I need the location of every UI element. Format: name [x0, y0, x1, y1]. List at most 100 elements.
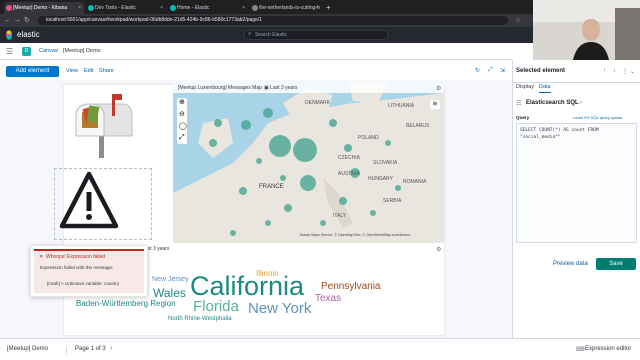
country-label: DENMARK [305, 100, 331, 106]
close-tab-icon[interactable]: × [160, 2, 163, 14]
global-search-input[interactable]: Search Elastic [244, 30, 388, 40]
chevron-right-icon[interactable]: › [110, 345, 112, 352]
refresh-icon[interactable]: ↻ [475, 67, 480, 74]
country-label: LITHUANIA [388, 103, 415, 109]
tag-cloud-word: Pennsylvania [321, 281, 381, 292]
elastic-favicon-icon [170, 5, 176, 11]
more-options-icon[interactable]: ⋮ [622, 68, 628, 75]
search-icon: ⌕ [248, 31, 252, 37]
page-favicon-icon [252, 5, 258, 11]
breadcrumb-separator: / [57, 48, 59, 54]
breadcrumb-canvas[interactable]: Canvas [39, 43, 58, 60]
move-down-icon[interactable]: ↓ [613, 68, 616, 74]
new-tab-button[interactable]: + [324, 2, 334, 14]
tab-data[interactable]: Data [539, 84, 551, 93]
map-attribution: Elastic Maps Service, © OpenMapTiles, © … [300, 233, 411, 237]
back-icon[interactable]: ← [4, 15, 11, 26]
move-up-icon[interactable]: ↑ [603, 68, 606, 74]
browser-tab-article[interactable]: the-netherlands-is-cutting-h × [250, 2, 322, 14]
divider [513, 82, 640, 83]
country-label: AUSTRIA [338, 171, 360, 177]
error-title: Whoops! Expression failed [46, 254, 106, 260]
tab-label: Dev Tools - Elastic [95, 5, 137, 11]
country-label: SLOVAKIA [373, 160, 398, 166]
tag-cloud-word: California [190, 271, 305, 301]
expand-icon[interactable]: ⇲ [500, 67, 505, 74]
edit-menu-button[interactable]: Edit [84, 66, 93, 77]
country-label: ITALY [333, 213, 347, 219]
tab-display[interactable]: Display [516, 84, 534, 90]
tag-cloud-word: New York [248, 300, 312, 317]
elastic-favicon-icon [88, 5, 94, 11]
tab-label: Home - Elastic [177, 5, 210, 11]
sidebar-panel: Selected element ↑ ↓ ⋮ ⌄ Display Data ☷ … [512, 60, 640, 338]
save-label: Save [609, 261, 623, 267]
query-text: SELECT COUNT(*) AS count FROM "social_me… [520, 128, 599, 140]
reload-icon[interactable]: ↻ [24, 15, 30, 26]
menu-icon[interactable]: ☰ [6, 43, 13, 60]
page-indicator[interactable]: Page 1 of 3 [75, 346, 106, 352]
share-menu-button[interactable]: Share [99, 66, 114, 77]
url-field[interactable]: localhost:5601/app/canvas#/workpad/workp… [38, 16, 508, 25]
tag-cloud-word: Texas [315, 293, 342, 304]
tag-cloud-word: North Rhine-Westphalia [168, 316, 232, 322]
mailbox-image[interactable] [68, 92, 138, 162]
query-label: Query [516, 115, 530, 120]
country-label: POLAND [358, 135, 379, 141]
save-button[interactable]: Save [596, 258, 636, 270]
country-label: FRANCE [259, 184, 284, 190]
error-icon: ✕ [39, 254, 44, 260]
chevron-down-icon[interactable]: ⌄ [630, 68, 635, 75]
error-subtitle: Expression failed with the message: [40, 265, 114, 270]
warning-icon [59, 171, 119, 229]
browser-tab-devtools[interactable]: Dev Tools - Elastic × [86, 2, 166, 14]
close-tab-icon[interactable]: × [316, 2, 319, 14]
tag-cloud-word: Illinois [256, 269, 279, 278]
tag-cloud-word: Baden-Württemberg Region [76, 299, 176, 308]
tab-label: [Meetup] Demo - Kibana [13, 5, 68, 11]
webcam-overlay [533, 0, 640, 60]
breadcrumb: ☰ D Canvas / [Meetup] Demo [0, 43, 512, 60]
tag-cloud-word: Florida [193, 298, 239, 315]
datasource-name: Elasticsearch SQL [526, 100, 579, 106]
panel-settings-icon[interactable]: ⚙ [436, 246, 441, 253]
sql-syntax-link[interactable]: Learn ES SQL query syntax [573, 115, 622, 120]
close-tab-icon[interactable]: × [78, 2, 81, 14]
forward-icon[interactable]: → [14, 15, 21, 26]
country-label: SERBIA [383, 198, 402, 204]
kibana-favicon-icon [6, 5, 12, 11]
country-label: ROMANIA [403, 179, 427, 185]
error-message: [math] > Unknown variable: country [47, 281, 120, 286]
expression-editor-button[interactable]: Expression editor [585, 346, 631, 352]
add-element-button[interactable]: Add element [6, 66, 59, 77]
browser-tab-home[interactable]: Home - Elastic × [168, 2, 248, 14]
map-country-labels: DENMARK LITHUANIA BELARUS POLAND CZECHIA… [173, 83, 444, 243]
tab-label: the-netherlands-is-cutting-h [259, 5, 320, 11]
view-menu-button[interactable]: View [66, 66, 78, 77]
browser-tab-kibana[interactable]: [Meetup] Demo - Kibana × [4, 2, 84, 14]
breadcrumb-workpad: [Meetup] Demo [63, 48, 101, 54]
expression-editor-icon: ⌨ [576, 347, 585, 353]
fullscreen-icon[interactable]: ⤢ [488, 67, 493, 74]
country-label: BELARUS [406, 123, 430, 129]
tag-cloud-word: Wales [153, 286, 186, 300]
map-settings-icon[interactable]: ⚙ [436, 85, 441, 92]
panel-title: Selected element [516, 68, 566, 74]
workpad-name: [Meetup] Demo [7, 346, 49, 352]
workpad-footer: [Meetup] Demo Page 1 of 3 › ⌨ Expression… [0, 338, 640, 360]
database-icon: ☷ [516, 101, 522, 107]
bookmark-icon[interactable]: ☆ [515, 15, 521, 26]
datasource-selector[interactable]: ☷ Elasticsearch SQL › [516, 98, 638, 110]
close-tab-icon[interactable]: × [242, 2, 245, 14]
add-element-label: Add element [15, 68, 50, 74]
preview-data-button[interactable]: Preview data [553, 261, 588, 267]
country-label: HUNGARY [368, 176, 393, 182]
divider [66, 346, 67, 354]
country-label: CZECHIA [338, 155, 360, 161]
chevron-right-icon: › [580, 100, 582, 106]
query-editor[interactable] [516, 123, 637, 243]
tag-cloud-word: New Jersey [152, 276, 189, 283]
space-avatar[interactable]: D [22, 47, 31, 56]
app-name: elastic [17, 30, 40, 39]
elastic-logo-icon[interactable] [4, 30, 14, 40]
